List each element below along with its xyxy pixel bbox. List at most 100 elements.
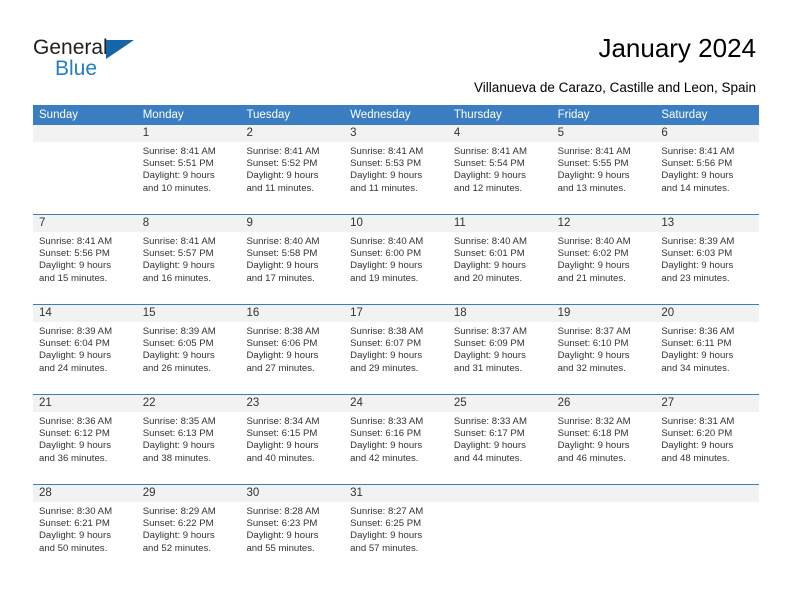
daylight-text-line1: Daylight: 9 hours (350, 260, 423, 272)
day-details: Sunrise: 8:40 AM Sunset: 5:58 PM Daylight:… (240, 232, 344, 285)
sunrise-text: Sunrise: 8:30 AM (39, 506, 113, 517)
sunset-text: Sunset: 5:53 PM (350, 158, 422, 170)
daylight-text-line1: Daylight: 9 hours (557, 170, 630, 182)
calendar-week-row: 14 Sunrise: 8:39 AM Sunset: 6:04 PM Dayligh… (33, 304, 760, 394)
calendar-day-cell[interactable]: 1 Sunrise: 8:41 AM Sunset: 5:51 PM Daylight… (136, 125, 241, 214)
daylight-text-line1: Daylight: 9 hours (453, 260, 526, 272)
calendar-day-cell[interactable]: 9 Sunrise: 8:40 AM Sunset: 5:58 PM Daylight… (240, 215, 345, 304)
calendar-day-cell[interactable]: 28 Sunrise: 8:30 AM Sunset: 6:21 PM Dayligh… (33, 485, 137, 574)
sunset-text: Sunset: 6:13 PM (142, 428, 214, 440)
day-number: 24 (350, 397, 363, 409)
day-details: Sunrise: 8:39 AM Sunset: 6:03 PM Daylight:… (655, 232, 759, 285)
daylight-text-line2: and 31 minutes. (453, 362, 523, 374)
daylight-text-line2: and 12 minutes. (453, 182, 523, 194)
calendar-day-cell[interactable]: 3 Sunrise: 8:41 AM Sunset: 5:53 PM Daylight… (344, 125, 448, 214)
calendar-day-cell[interactable]: 11 Sunrise: 8:40 AM Sunset: 6:01 PM Dayligh… (447, 215, 552, 304)
day-details: Sunrise: 8:41 AM Sunset: 5:57 PM Daylight:… (137, 232, 241, 285)
day-number-band: 3 (344, 125, 448, 142)
calendar-day-cell[interactable]: 24 Sunrise: 8:33 AM Sunset: 6:16 PM Dayligh… (344, 395, 448, 484)
calendar-day-cell[interactable]: 17 Sunrise: 8:38 AM Sunset: 6:07 PM Dayligh… (344, 305, 448, 394)
day-number: 4 (453, 127, 461, 139)
calendar-day-cell[interactable]: 25 Sunrise: 8:33 AM Sunset: 6:17 PM Dayligh… (447, 395, 552, 484)
daylight-text-line1: Daylight: 9 hours (246, 440, 319, 452)
day-number: 20 (661, 307, 675, 319)
sunset-text: Sunset: 6:04 PM (39, 338, 110, 350)
calendar-day-cell[interactable]: 27 Sunrise: 8:31 AM Sunset: 6:20 PM Dayligh… (655, 395, 760, 484)
calendar-day-cell[interactable]: 4 Sunrise: 8:41 AM Sunset: 5:54 PM Daylight… (447, 125, 552, 214)
sunrise-text: Sunrise: 8:31 AM (661, 416, 735, 427)
day-number: 28 (39, 487, 52, 499)
daylight-text-line1: Daylight: 9 hours (557, 440, 630, 452)
calendar-day-cell[interactable]: 29 Sunrise: 8:29 AM Sunset: 6:22 PM Dayligh… (136, 485, 241, 574)
weekday-header-row: Sunday Monday Tuesday Wednesday Thursday… (33, 105, 759, 125)
day-number-band: 5 (551, 125, 656, 142)
sunrise-text: Sunrise: 8:41 AM (453, 146, 527, 157)
daylight-text-line1: Daylight: 9 hours (350, 440, 423, 452)
daylight-text-line1: Daylight: 9 hours (246, 170, 319, 182)
day-details: Sunrise: 8:40 AM Sunset: 6:00 PM Daylight:… (344, 232, 448, 285)
day-number-band: 15 (136, 305, 241, 322)
calendar-day-cell[interactable]: 21 Sunrise: 8:36 AM Sunset: 6:12 PM Dayligh… (33, 395, 137, 484)
day-details: Sunrise: 8:30 AM Sunset: 6:21 PM Daylight:… (33, 502, 137, 555)
day-number-band: 22 (136, 395, 241, 412)
day-number: 12 (557, 217, 571, 229)
calendar-day-cell[interactable]: 2 Sunrise: 8:41 AM Sunset: 5:52 PM Daylight… (240, 125, 345, 214)
sunrise-text: Sunrise: 8:32 AM (557, 416, 631, 427)
daylight-text-line2: and 19 minutes. (350, 272, 419, 284)
daylight-text-line2: and 15 minutes. (39, 272, 108, 284)
day-details: Sunrise: 8:29 AM Sunset: 6:22 PM Daylight:… (137, 502, 241, 555)
calendar-day-cell[interactable]: 19 Sunrise: 8:37 AM Sunset: 6:10 PM Dayligh… (551, 305, 656, 394)
calendar-day-cell[interactable]: 14 Sunrise: 8:39 AM Sunset: 6:04 PM Dayligh… (33, 305, 137, 394)
day-details: Sunrise: 8:38 AM Sunset: 6:06 PM Daylight:… (240, 322, 344, 375)
calendar-day-cell[interactable]: 22 Sunrise: 8:35 AM Sunset: 6:13 PM Dayligh… (136, 395, 241, 484)
day-details: Sunrise: 8:37 AM Sunset: 6:10 PM Daylight:… (552, 322, 656, 375)
sunrise-text: Sunrise: 8:37 AM (557, 326, 631, 337)
sunset-text: Sunset: 5:51 PM (142, 158, 214, 170)
sunrise-text: Sunrise: 8:36 AM (39, 416, 113, 427)
page-header: General Blue January 2024 Villanueva de … (0, 0, 792, 104)
day-number-band: 29 (136, 485, 241, 502)
day-details: Sunrise: 8:31 AM Sunset: 6:20 PM Daylight:… (655, 412, 759, 465)
calendar-day-cell[interactable]: 31 Sunrise: 8:27 AM Sunset: 6:25 PM Dayligh… (344, 485, 448, 574)
daylight-text-line2: and 10 minutes. (142, 182, 211, 194)
calendar-day-cell[interactable]: 15 Sunrise: 8:39 AM Sunset: 6:05 PM Dayligh… (136, 305, 241, 394)
calendar-day-cell[interactable]: 26 Sunrise: 8:32 AM Sunset: 6:18 PM Dayligh… (551, 395, 656, 484)
calendar-day-cell[interactable]: 7 Sunrise: 8:41 AM Sunset: 5:56 PM Daylight… (33, 215, 137, 304)
sunrise-text: Sunrise: 8:41 AM (246, 146, 320, 157)
day-number: 9 (246, 217, 253, 229)
calendar-day-cell[interactable]: 8 Sunrise: 8:41 AM Sunset: 5:57 PM Daylight… (136, 215, 241, 304)
calendar-day-cell[interactable]: 12 Sunrise: 8:40 AM Sunset: 6:02 PM Dayligh… (551, 215, 656, 304)
daylight-text-line2: and 21 minutes. (557, 272, 626, 284)
calendar-day-cell[interactable]: 23 Sunrise: 8:34 AM Sunset: 6:15 PM Dayligh… (240, 395, 345, 484)
page-title: January 2024 (598, 33, 756, 63)
sunset-text: Sunset: 6:09 PM (453, 338, 525, 350)
calendar-day-cell[interactable]: 16 Sunrise: 8:38 AM Sunset: 6:06 PM Dayligh… (240, 305, 345, 394)
day-number-band: 25 (447, 395, 552, 412)
weekday-header-tuesday: Tuesday (246, 109, 291, 121)
calendar-day-cell-empty (447, 485, 552, 574)
day-number-band: 17 (344, 305, 448, 322)
sunrise-text: Sunrise: 8:33 AM (453, 416, 527, 427)
calendar-day-cell[interactable]: 13 Sunrise: 8:39 AM Sunset: 6:03 PM Dayligh… (655, 215, 760, 304)
day-number-band: 27 (655, 395, 760, 412)
day-details: Sunrise: 8:27 AM Sunset: 6:25 PM Daylight:… (344, 502, 448, 555)
calendar-day-cell[interactable]: 10 Sunrise: 8:40 AM Sunset: 6:00 PM Dayligh… (344, 215, 448, 304)
calendar-day-cell[interactable]: 18 Sunrise: 8:37 AM Sunset: 6:09 PM Dayligh… (447, 305, 552, 394)
daylight-text-line2: and 42 minutes. (350, 452, 419, 464)
day-number-band: 23 (240, 395, 345, 412)
sunset-text: Sunset: 6:18 PM (557, 428, 629, 440)
daylight-text-line1: Daylight: 9 hours (661, 440, 734, 452)
day-number-band: 4 (447, 125, 552, 142)
sunrise-text: Sunrise: 8:40 AM (246, 236, 320, 247)
daylight-text-line2: and 27 minutes. (246, 362, 315, 374)
calendar-day-cell[interactable]: 30 Sunrise: 8:28 AM Sunset: 6:23 PM Dayligh… (240, 485, 345, 574)
day-number-band: 18 (447, 305, 552, 322)
daylight-text-line1: Daylight: 9 hours (142, 170, 215, 182)
calendar-day-cell[interactable]: 20 Sunrise: 8:36 AM Sunset: 6:11 PM Dayligh… (655, 305, 760, 394)
daylight-text-line2: and 26 minutes. (142, 362, 211, 374)
day-number: 10 (350, 217, 363, 229)
sunrise-text: Sunrise: 8:41 AM (661, 146, 735, 157)
sunset-text: Sunset: 6:07 PM (350, 338, 422, 350)
calendar-day-cell[interactable]: 5 Sunrise: 8:41 AM Sunset: 5:55 PM Daylight… (551, 125, 656, 214)
calendar-day-cell[interactable]: 6 Sunrise: 8:41 AM Sunset: 5:56 PM Daylight… (655, 125, 760, 214)
